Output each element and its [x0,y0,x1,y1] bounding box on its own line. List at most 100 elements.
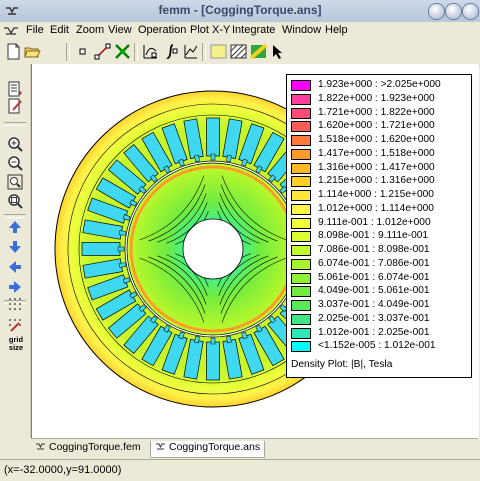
menu-help[interactable]: Help [325,24,348,36]
toolbar-separator [4,122,26,126]
legend-swatch [291,148,311,160]
legend-swatch [291,190,311,201]
zoom-natural-icon[interactable] [7,193,23,209]
grid-size-button[interactable]: grid size [5,336,27,352]
document-tabs: CoggingTorque.fem CoggingTorque.ans [31,438,478,460]
menu-view[interactable]: View [108,24,132,36]
color-plot-icon[interactable] [250,43,267,60]
cursor-coordinates: (x=-32.0000,y=91.0000) [4,464,122,476]
menu-edit[interactable]: Edit [50,24,69,36]
menu-integrate[interactable]: Integrate [232,24,275,36]
legend-swatch [291,286,311,298]
legend-row: 1.215e+000 : 1.316e+000 [291,175,469,188]
tab-coggingtorque-ans[interactable]: CoggingTorque.ans [150,441,266,458]
integrate-icon[interactable] [162,43,179,60]
legend-row: 3.037e-001 : 4.049e-001 [291,299,469,312]
menu-operation[interactable]: Operation [138,24,186,36]
legend-swatch [291,272,311,284]
hatch-plot-icon[interactable] [230,43,247,60]
zoom-in-icon[interactable] [7,136,23,152]
arrow-up-icon[interactable] [7,219,23,235]
arrow-right-icon[interactable] [7,279,23,295]
legend-swatch [291,231,311,243]
menu-file[interactable]: File [26,24,44,36]
toolbar-separator [202,43,206,61]
ans-file-icon [156,443,165,450]
point-mode-icon[interactable] [74,43,91,60]
legend-range-label: 1.316e+000 : 1.417e+000 [318,161,435,173]
block-mode-icon[interactable] [114,43,131,60]
close-button[interactable] [462,3,479,20]
legend-swatch [291,80,311,91]
legend-row: 1.417e+000 : 1.518e+000 [291,147,469,161]
stator-slot [206,337,220,381]
menu-bar: File Edit Zoom View Operation Plot X-Y I… [0,22,480,41]
menu-plot-xy[interactable]: Plot X-Y [190,24,230,36]
menu-window[interactable]: Window [282,24,321,36]
legend-swatch [291,121,311,133]
legend-range-label: 1.620e+000 : 1.721e+000 [318,120,435,132]
zoom-out-icon[interactable] [7,155,23,171]
legend-row: 5.061e-001 : 6.074e-001 [291,272,469,285]
legend-range-label: 1.721e+000 : 1.822e+000 [318,106,435,118]
legend-swatch [291,258,311,270]
legend-row: 2.025e-001 : 3.037e-001 [291,312,469,326]
legend-row: 8.098e-001 : 9.111e-001 [291,230,469,243]
legend-row: 1.822e+000 : 1.923e+000 [291,92,469,106]
arrow-down-icon[interactable] [7,239,23,255]
tab-coggingtorque-fem[interactable]: CoggingTorque.fem [35,441,141,457]
legend-range-label: 1.417e+000 : 1.518e+000 [318,147,435,159]
legend-range-label: 1.012e+000 : 1.114e+000 [318,202,434,214]
legend-range-label: 1.215e+000 : 1.316e+000 [318,175,435,187]
document-menu-icon[interactable] [3,24,19,38]
legend-range-label: 9.111e-001 : 1.012e+000 [318,216,431,228]
legend-range-label: 2.025e-001 : 3.037e-001 [318,312,430,324]
grid-icon[interactable] [7,296,23,312]
legend-range-label: 7.086e-001 : 8.098e-001 [318,244,430,255]
edit-view-icon[interactable] [7,98,23,114]
tab-label: CoggingTorque.ans [169,441,261,453]
legend-row: 4.049e-001 : 5.061e-001 [291,285,469,298]
legend-range-label: 1.012e-001 : 2.025e-001 [318,326,430,338]
legend-swatch [291,135,311,146]
legend-range-label: 6.074e-001 : 7.086e-001 [318,257,430,269]
tab-label: CoggingTorque.fem [49,441,141,453]
legend-row: 6.074e-001 : 7.086e-001 [291,257,469,271]
legend-title: Density Plot: |B|, Tesla [291,359,393,370]
contour-icon[interactable] [142,43,159,60]
legend-swatch [291,162,311,174]
pointer-icon[interactable] [270,43,287,60]
density-plot-icon[interactable] [210,43,227,60]
grid-size-label-2: size [8,343,24,352]
toolbar-separator [66,43,70,61]
title-bar: femm - [CoggingTorque.ans] [0,0,480,23]
legend-range-label: 8.098e-001 : 9.111e-001 [318,230,429,242]
plot-xy-icon[interactable] [182,43,199,60]
legend-swatch [291,93,311,105]
open-folder-icon[interactable] [24,43,41,60]
arrow-left-icon[interactable] [7,259,23,275]
zoom-window-icon[interactable] [7,174,23,190]
legend-swatch [291,300,311,311]
stator-slot [206,117,220,161]
segment-mode-icon[interactable] [94,43,111,60]
minimize-button[interactable] [428,3,445,20]
legend-range-label: 4.049e-001 : 5.061e-001 [318,285,430,297]
legend-row: 1.518e+000 : 1.620e+000 [291,134,469,147]
menu-zoom[interactable]: Zoom [76,24,104,36]
new-file-icon[interactable] [5,43,22,60]
legend-range-label: 1.518e+000 : 1.620e+000 [318,134,435,145]
legend-row: 1.620e+000 : 1.721e+000 [291,120,469,133]
results-list-icon[interactable] [7,81,23,97]
main-toolbar [0,40,480,65]
status-bar: (x=-32.0000,y=91.0000) [0,459,480,481]
fem-file-icon [36,443,45,450]
density-legend: 1.923e+000 : >2.025e+000 1.822e+000 : 1.9… [286,74,472,378]
maximize-button[interactable] [445,3,462,20]
snap-grid-icon[interactable] [7,317,23,333]
legend-range-label: 1.114e+000 : 1.215e+000 [318,189,434,200]
legend-row: <1.152e-005 : 1.012e-001 [291,340,469,353]
legend-range-label: 1.822e+000 : 1.923e+000 [318,92,435,104]
legend-row: 1.316e+000 : 1.417e+000 [291,161,469,175]
legend-swatch [291,313,311,325]
